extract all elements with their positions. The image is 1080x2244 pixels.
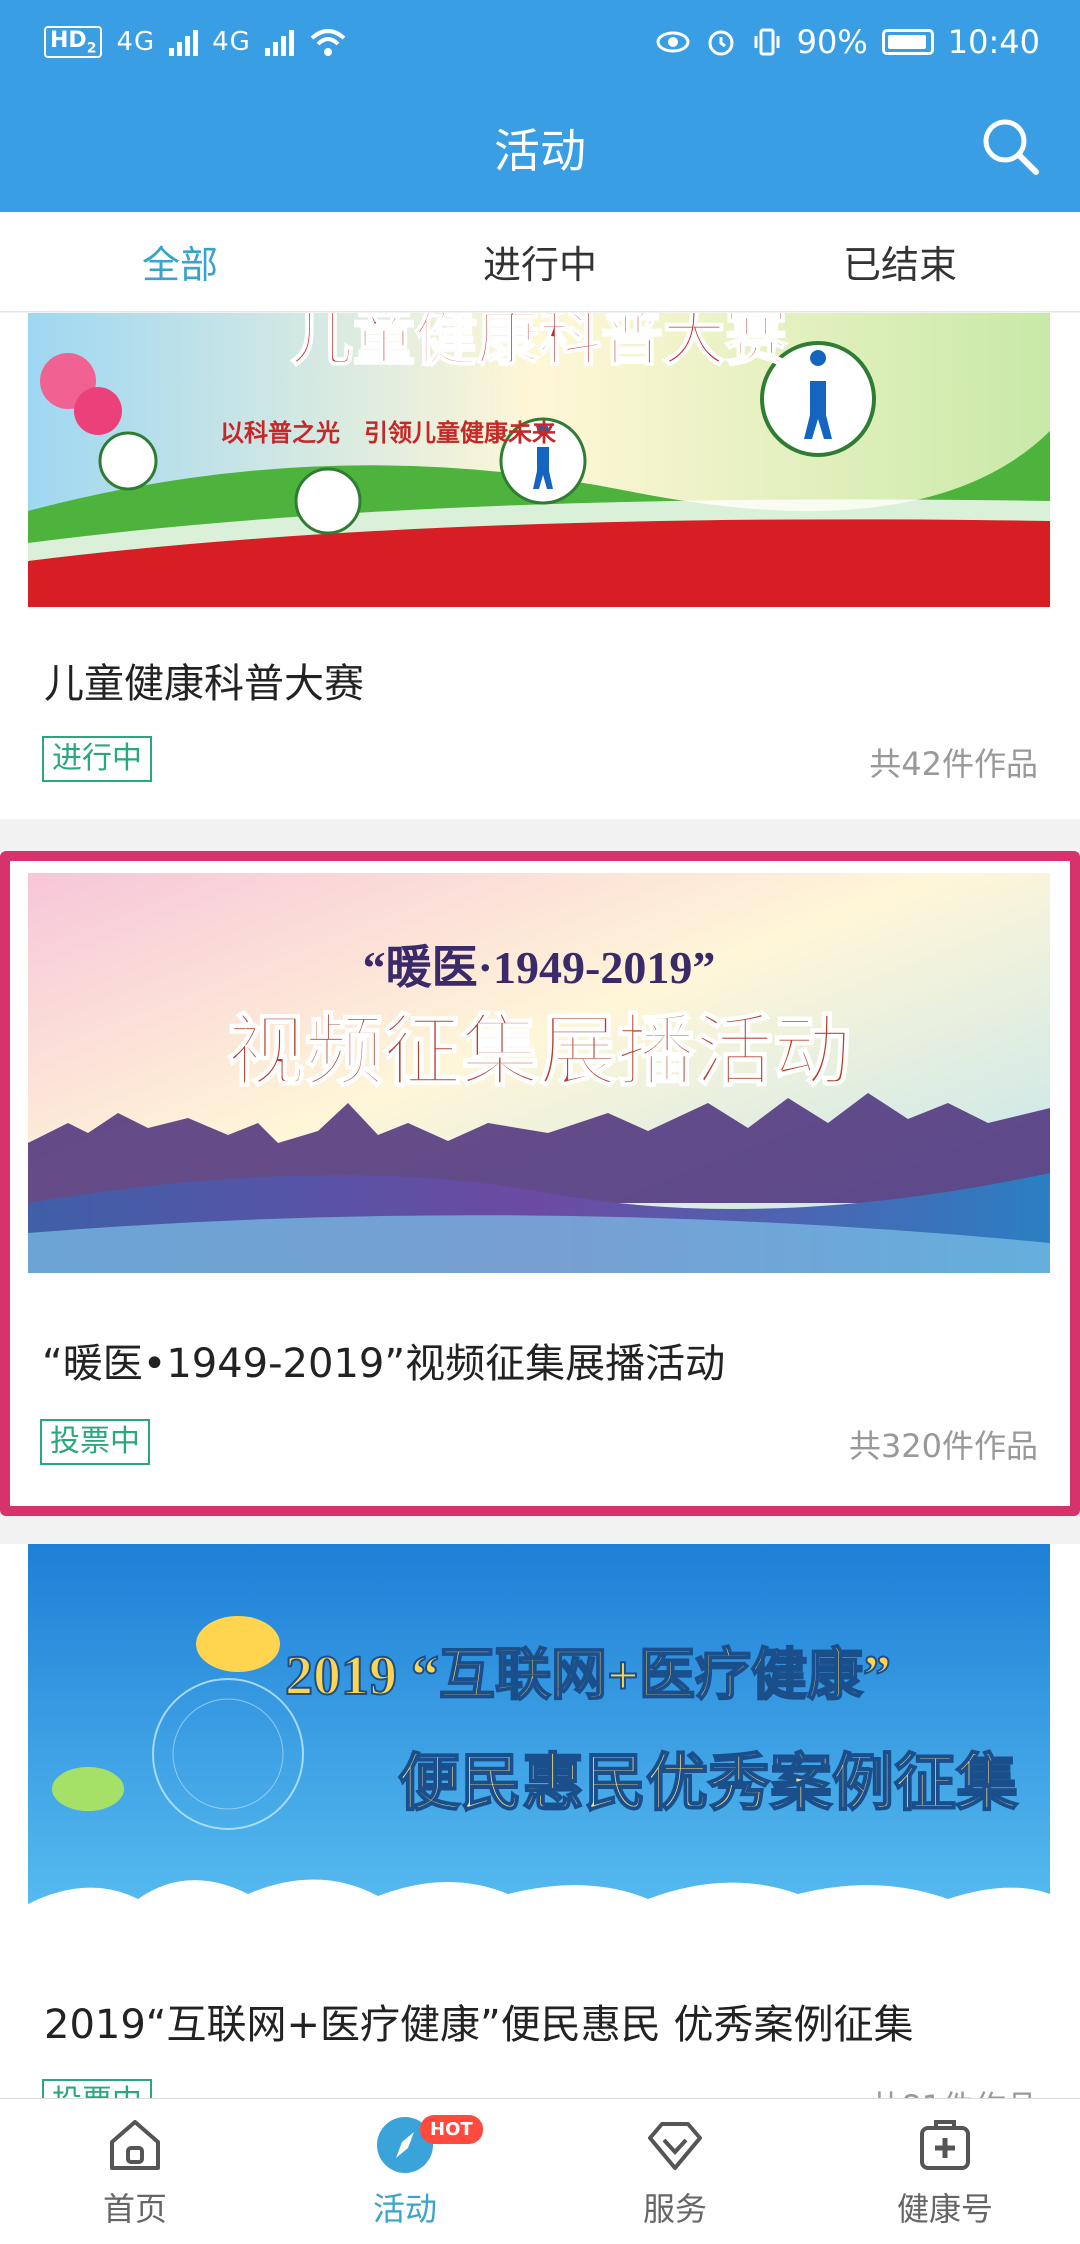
page-title: 活动 bbox=[494, 124, 586, 178]
status-right: 90% 10:40 bbox=[655, 23, 1040, 61]
alarm-icon bbox=[708, 30, 734, 56]
status-badge: 进行中 bbox=[42, 736, 152, 782]
activity-title[interactable]: “暖医•1949-2019”视频征集展播活动 bbox=[42, 1331, 725, 1389]
filter-tabs: 全部 进行中 已结束 bbox=[0, 212, 1080, 312]
nav-service[interactable]: 服务 bbox=[540, 2099, 810, 2244]
nav-activity[interactable]: HOT 活动 bbox=[270, 2099, 540, 2244]
activity-banner[interactable]: 2019 “互联网+医疗健康” 便民惠民优秀案例征集 bbox=[28, 1544, 1050, 1944]
activity-banner[interactable]: 儿童健康科普大赛 以科普之光 引领儿童健康未来 bbox=[28, 313, 1050, 607]
works-count: 共320件作品 bbox=[848, 1427, 1038, 1465]
vibrate-icon bbox=[754, 28, 780, 56]
hd-badge: HD2 bbox=[44, 25, 103, 59]
activity-title[interactable]: 儿童健康科普大赛 bbox=[44, 651, 364, 709]
diamond-icon bbox=[648, 2121, 702, 2170]
activity-list: 儿童健康科普大赛 以科普之光 引领儿童健康未来 儿童健康科普大赛 进行中 共42… bbox=[0, 313, 1080, 2098]
signal-4g-label-1: 4G bbox=[116, 26, 156, 57]
status-left: HD2 4G 4G bbox=[44, 25, 348, 59]
activity-card-highlighted[interactable]: “暖医·1949-2019” 视频征集展播活动 “暖医•1949-2019”视频… bbox=[0, 851, 1080, 1516]
nav-label: 服务 bbox=[642, 2189, 707, 2228]
search-icon[interactable] bbox=[976, 112, 1044, 180]
banner-title: 儿童健康科普大赛 bbox=[291, 313, 788, 373]
tab-all[interactable]: 全部 bbox=[0, 212, 360, 311]
hot-badge: HOT bbox=[420, 2115, 483, 2144]
nav-label: 首页 bbox=[102, 2189, 167, 2228]
bottom-nav: 首页 HOT 活动 服务 健康号 bbox=[0, 2098, 1080, 2244]
banner-line-1: 2019 “互联网+医疗健康” bbox=[285, 1645, 891, 1707]
signal-bars-icon bbox=[169, 28, 199, 56]
activity-card[interactable]: 2019 “互联网+医疗健康” 便民惠民优秀案例征集 2019“互联网+医疗健康… bbox=[0, 1544, 1080, 2098]
nav-label: 健康号 bbox=[896, 2189, 993, 2228]
tab-ended[interactable]: 已结束 bbox=[720, 212, 1080, 311]
works-count: 共42件作品 bbox=[869, 745, 1038, 783]
eye-icon bbox=[656, 31, 690, 53]
banner-line-2: 便民惠民优秀案例征集 bbox=[398, 1749, 1018, 1818]
wifi-icon bbox=[310, 28, 346, 56]
clock-time: 10:40 bbox=[947, 23, 1040, 61]
banner-line-2: 视频征集展播活动 bbox=[227, 1008, 851, 1095]
banner-line-1: “暖医·1949-2019” bbox=[363, 942, 716, 993]
home-icon bbox=[110, 2119, 160, 2170]
signal-bars-icon bbox=[264, 28, 294, 56]
status-badge: 投票中 bbox=[42, 2079, 152, 2098]
status-badge: 投票中 bbox=[40, 1419, 150, 1465]
activity-card[interactable]: 儿童健康科普大赛 以科普之光 引领儿童健康未来 儿童健康科普大赛 进行中 共42… bbox=[0, 313, 1080, 819]
battery-icon bbox=[881, 29, 934, 55]
nav-health-account[interactable]: 健康号 bbox=[810, 2099, 1080, 2244]
app-header: 活动 bbox=[0, 84, 1080, 212]
nav-label: 活动 bbox=[372, 2189, 437, 2228]
tab-ongoing[interactable]: 进行中 bbox=[360, 212, 720, 311]
top-bar: HD2 4G 4G 90% 10:40 活动 bbox=[0, 0, 1080, 212]
activity-banner[interactable]: “暖医·1949-2019” 视频征集展播活动 bbox=[28, 873, 1050, 1273]
nav-home[interactable]: 首页 bbox=[0, 2099, 270, 2244]
activity-title[interactable]: 2019“互联网+医疗健康”便民惠民 优秀案例征集 bbox=[44, 1992, 913, 2050]
signal-4g-label-2: 4G bbox=[212, 26, 251, 57]
banner-slogan: 以科普之光 引领儿童健康未来 bbox=[220, 419, 557, 447]
works-count: 共81件作品 bbox=[869, 2082, 1038, 2098]
status-bar: HD2 4G 4G 90% 10:40 bbox=[0, 0, 1080, 84]
medical-kit-icon bbox=[920, 2119, 970, 2170]
battery-percent: 90% bbox=[796, 23, 868, 61]
